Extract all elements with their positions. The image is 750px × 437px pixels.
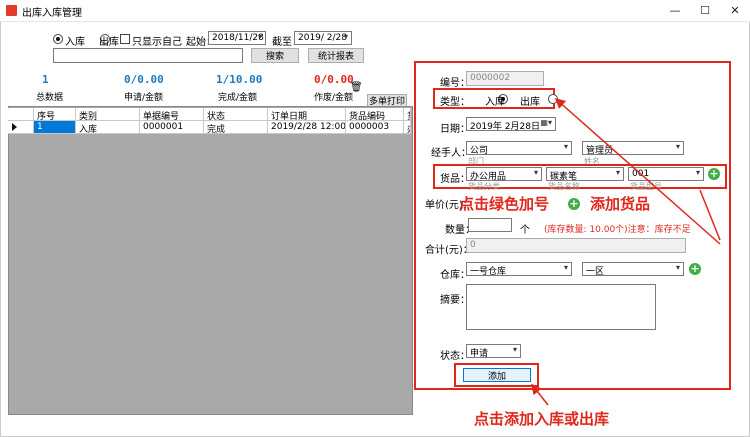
arrow-from-goods [699,189,721,241]
arrow-to-add [531,383,549,406]
annotation-arrows [531,98,721,406]
arrow-to-type [554,98,721,245]
